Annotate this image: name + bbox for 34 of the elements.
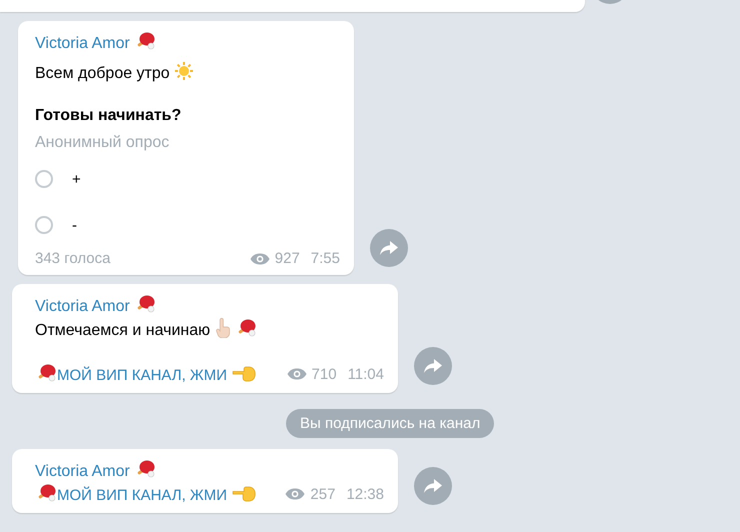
poll-type: Анонимный опрос — [35, 133, 170, 153]
pointing-hand-icon — [232, 486, 256, 502]
forward-icon — [380, 241, 398, 255]
eye-icon — [250, 252, 270, 264]
channel-link[interactable]: МОЙ ВИП КАНАЛ, ЖМИ — [57, 487, 228, 504]
sun-icon — [174, 61, 194, 81]
pointing-hand-icon — [232, 366, 256, 382]
eye-icon — [286, 368, 307, 380]
author-name[interactable]: Victoria Amor — [35, 35, 130, 52]
radio-button[interactable] — [35, 170, 53, 188]
service-message: Вы подписались на канал — [286, 409, 494, 438]
forward-button[interactable] — [370, 229, 408, 267]
forward-button[interactable] — [414, 467, 452, 505]
radio-button[interactable] — [35, 216, 53, 234]
message-time: 11:04 — [348, 366, 384, 382]
vote-count: 343 голоса — [35, 250, 110, 267]
poll-option: - — [72, 216, 77, 234]
poll-question: Готовы начинать? — [35, 106, 182, 126]
view-count: 257 — [310, 486, 336, 502]
forward-icon — [424, 359, 442, 373]
eye-icon — [285, 488, 306, 500]
forward-icon — [424, 479, 442, 493]
channel-link[interactable]: МОЙ ВИП КАНАЛ, ЖМИ — [57, 367, 228, 384]
forward-button[interactable] — [414, 347, 452, 385]
message-text: Отмечаемся и начинаю — [35, 322, 210, 339]
author-name[interactable]: Victoria Amor — [35, 463, 130, 480]
author-name[interactable]: Victoria Amor — [35, 298, 130, 315]
view-count: 927 — [274, 250, 300, 267]
message-text: Всем доброе утро — [35, 65, 170, 82]
message-time: 7:55 — [310, 250, 340, 267]
message-time: 12:38 — [346, 486, 384, 502]
pointing-hand-icon — [214, 318, 231, 338]
poll-option: + — [72, 170, 81, 188]
view-count: 710 — [312, 366, 337, 382]
